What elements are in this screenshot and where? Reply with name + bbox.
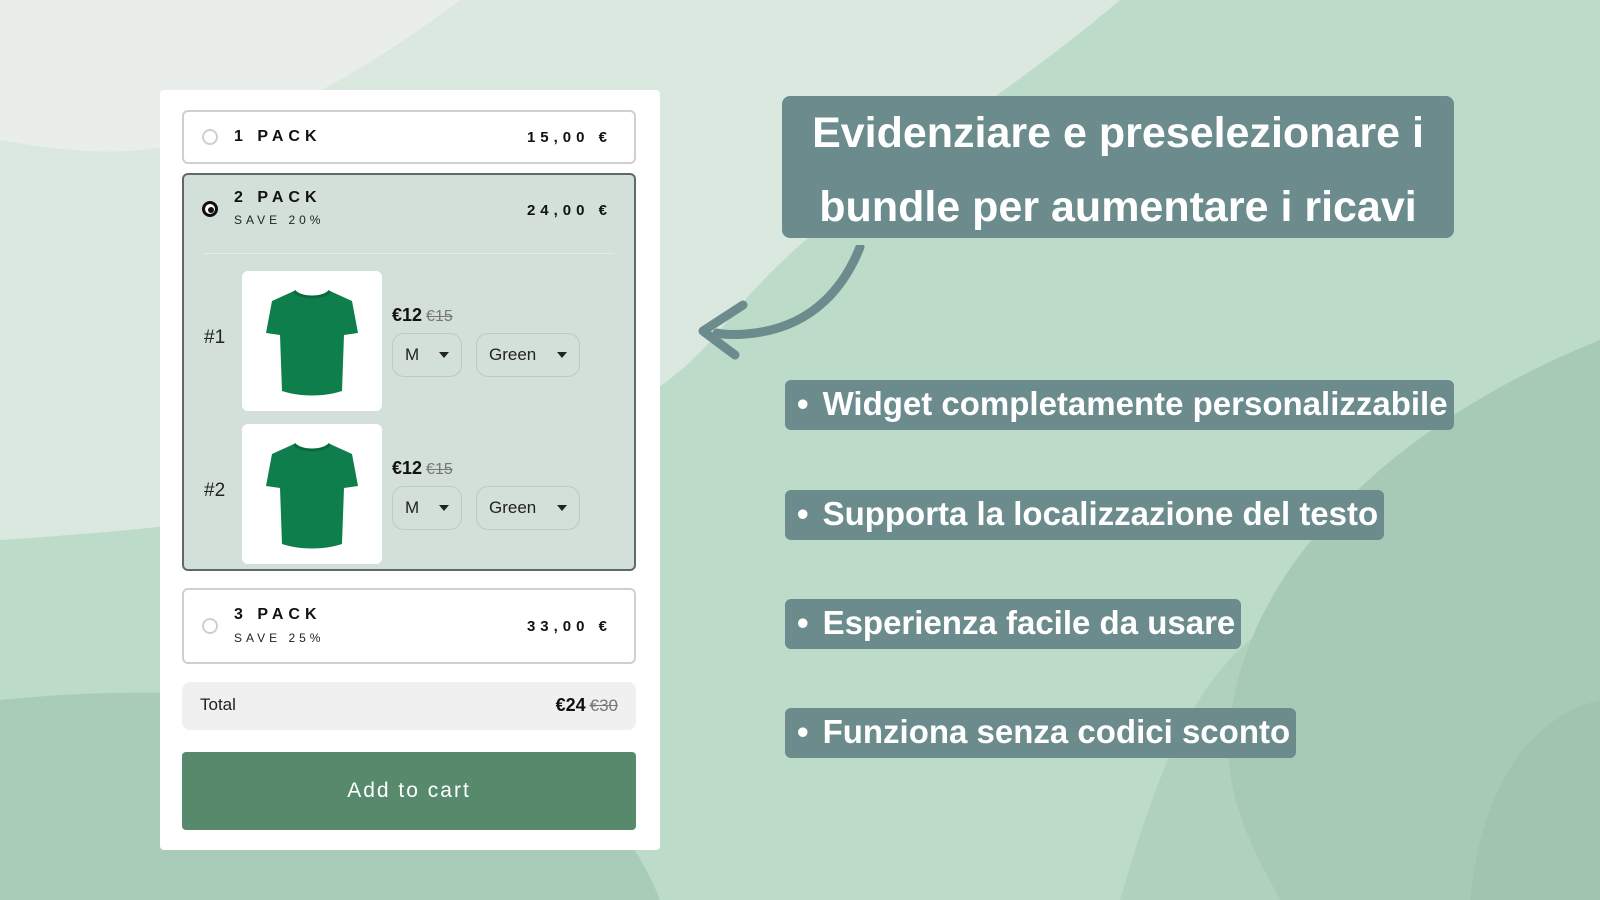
radio-unselected[interactable] bbox=[202, 129, 218, 145]
feature-text: Widget completamente personalizzabile bbox=[822, 385, 1448, 422]
product-image bbox=[242, 271, 382, 411]
total-price: €24 €30 bbox=[556, 695, 618, 716]
color-select[interactable]: Green bbox=[476, 333, 580, 377]
pack-price: 33,00 € bbox=[526, 618, 612, 635]
item-price: €12 €15 bbox=[392, 458, 453, 479]
pack-title: 1 PACK bbox=[234, 128, 322, 145]
chevron-down-icon bbox=[439, 352, 449, 358]
feature-text: Supporta la localizzazione del testo bbox=[822, 495, 1379, 532]
radio-unselected[interactable] bbox=[202, 618, 218, 634]
bundle-widget: 1 PACK 15,00 € 2 PACK SAVE 20% 24,00 € #… bbox=[160, 90, 660, 850]
pack-title: 2 PACK bbox=[234, 189, 322, 206]
size-value: M bbox=[405, 498, 420, 517]
chevron-down-icon bbox=[439, 505, 449, 511]
pack-title: 3 PACK bbox=[234, 606, 322, 623]
total-label: Total bbox=[200, 695, 236, 714]
feature-bullet: • Supporta la localizzazione del testo bbox=[785, 490, 1385, 540]
product-image bbox=[242, 424, 382, 564]
color-value: Green bbox=[489, 345, 537, 364]
feature-bullet: • Funziona senza codici sconto bbox=[785, 708, 1297, 758]
feature-text: Esperienza facile da usare bbox=[822, 604, 1236, 641]
bundle-option-2-pack[interactable]: 2 PACK SAVE 20% 24,00 € #1 €12 €15 M Gree… bbox=[182, 173, 636, 571]
total-sale-price: €24 bbox=[555, 695, 586, 715]
chevron-down-icon bbox=[557, 352, 567, 358]
radio-selected[interactable] bbox=[202, 201, 218, 217]
size-value: M bbox=[405, 345, 420, 364]
curved-arrow-left-icon bbox=[698, 245, 865, 360]
color-value: Green bbox=[489, 498, 537, 517]
feature-bullet: • Esperienza facile da usare bbox=[785, 599, 1242, 649]
bullet-dot-icon: • bbox=[797, 385, 809, 422]
item-original-price: €15 bbox=[426, 308, 453, 325]
total-original-price: €30 bbox=[589, 696, 618, 715]
feature-bullet: • Widget completamente personalizzabile bbox=[785, 380, 1454, 430]
headline-line-2: bundle per aumentare i ricavi bbox=[819, 183, 1417, 231]
bundle-option-3-pack[interactable]: 3 PACK SAVE 25% 33,00 € bbox=[182, 588, 636, 664]
chevron-down-icon bbox=[557, 505, 567, 511]
size-select[interactable]: M bbox=[392, 486, 462, 530]
total-row: Total €24 €30 bbox=[182, 682, 636, 730]
size-select[interactable]: M bbox=[392, 333, 462, 377]
pack-discount: SAVE 25% bbox=[234, 631, 325, 645]
pack-discount: SAVE 20% bbox=[234, 213, 325, 227]
green-tshirt-icon bbox=[266, 289, 358, 396]
item-number: #1 bbox=[204, 327, 226, 348]
pack-price: 15,00 € bbox=[526, 129, 612, 146]
add-to-cart-button[interactable]: Add to cart bbox=[182, 752, 636, 830]
item-price: €12 €15 bbox=[392, 305, 453, 326]
feature-text: Funziona senza codici sconto bbox=[822, 713, 1291, 750]
bullet-dot-icon: • bbox=[797, 604, 809, 641]
divider bbox=[204, 253, 614, 254]
headline-line-1: Evidenziare e preselezionare i bbox=[812, 109, 1424, 157]
item-sale-price: €12 bbox=[392, 305, 423, 325]
green-tshirt-icon bbox=[266, 442, 358, 549]
pack-price: 24,00 € bbox=[526, 202, 612, 219]
color-select[interactable]: Green bbox=[476, 486, 580, 530]
promo-headline: Evidenziare e preselezionare i bundle pe… bbox=[782, 96, 1454, 238]
item-original-price: €15 bbox=[426, 461, 453, 478]
item-number: #2 bbox=[204, 480, 226, 501]
bullet-dot-icon: • bbox=[797, 713, 809, 750]
bullet-dot-icon: • bbox=[797, 495, 809, 532]
bundle-option-1-pack[interactable]: 1 PACK 15,00 € bbox=[182, 110, 636, 164]
item-sale-price: €12 bbox=[392, 458, 423, 478]
